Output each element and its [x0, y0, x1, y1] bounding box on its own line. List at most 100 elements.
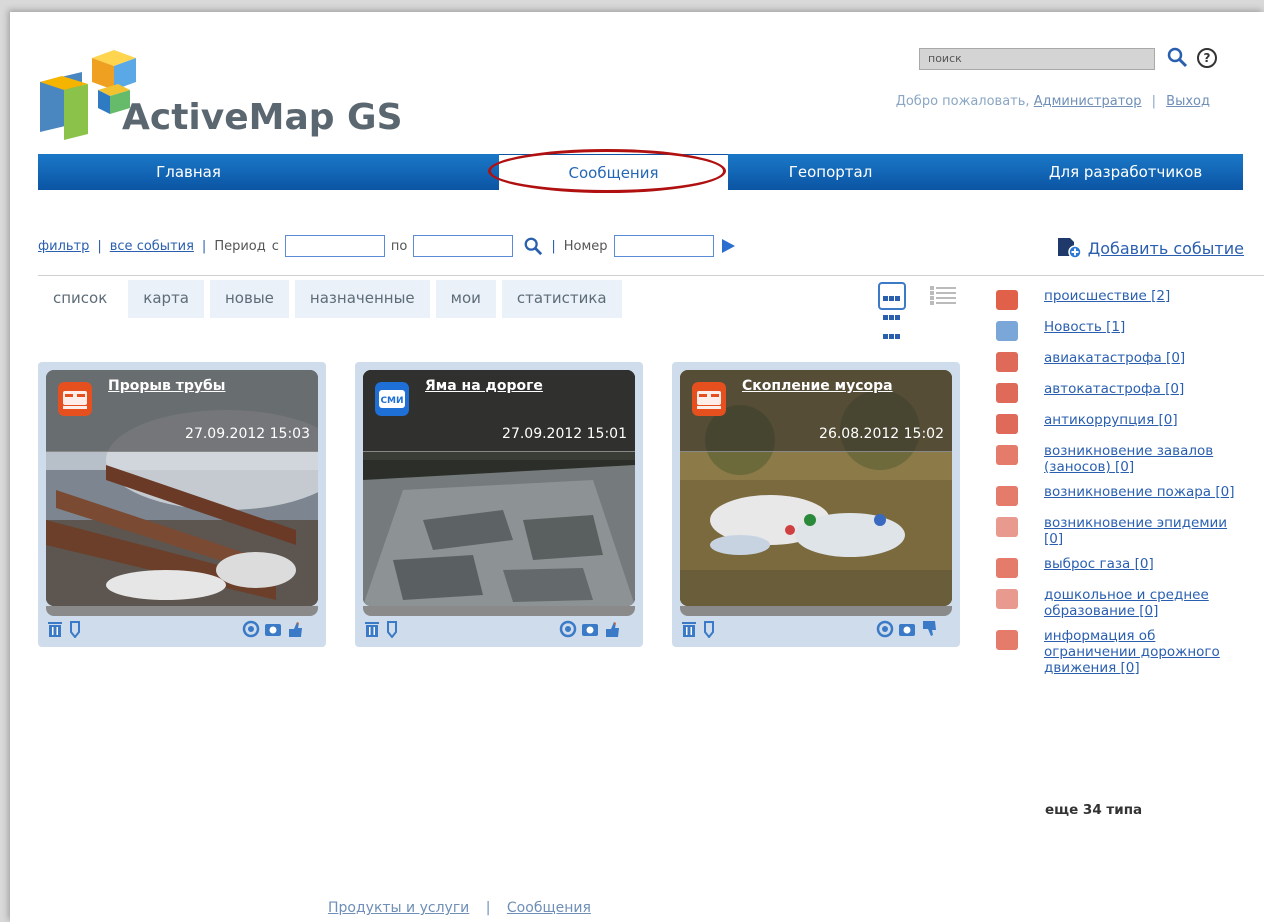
nav-item-geoportal[interactable]: Геопортал: [728, 154, 933, 190]
news-icon: [996, 321, 1018, 341]
incident-icon: [692, 382, 726, 416]
thumb-up-icon[interactable]: [603, 620, 621, 638]
card-date: 27.09.2012 15:03: [185, 426, 310, 442]
category-label[interactable]: происшествие [2]: [1044, 288, 1170, 304]
list-item[interactable]: возникновение пожара [0]: [996, 484, 1246, 506]
card-date: 26.08.2012 15:02: [819, 426, 944, 442]
date-from-input[interactable]: [284, 235, 385, 257]
number-label: Номер: [563, 238, 608, 254]
trash-icon[interactable]: [46, 620, 64, 638]
all-events-link[interactable]: все события: [110, 239, 194, 254]
messages-link[interactable]: Сообщения: [507, 900, 591, 916]
tab-new[interactable]: новые: [210, 280, 289, 318]
biohazard-icon: [996, 517, 1018, 537]
date-to-input[interactable]: [413, 235, 514, 257]
list-item[interactable]: выброс газа [0]: [996, 556, 1246, 578]
category-label[interactable]: возникновение эпидемии [0]: [1044, 515, 1246, 547]
car-crash-icon: [996, 383, 1018, 403]
separator: |: [551, 238, 556, 254]
tab-mine[interactable]: мои: [435, 280, 496, 318]
add-event-button[interactable]: Добавить событие: [1056, 236, 1244, 260]
card-header: СМИ Яма на дороге 27.09.2012 15:01: [363, 370, 635, 452]
user-link[interactable]: Администратор: [1034, 94, 1142, 109]
camera-icon[interactable]: [898, 620, 916, 638]
list-item[interactable]: возникновение эпидемии [0]: [996, 515, 1246, 547]
category-label[interactable]: возникновение пожара [0]: [1044, 484, 1234, 500]
list-view-icon[interactable]: [930, 284, 956, 310]
logout-link[interactable]: Выход: [1166, 94, 1210, 109]
target-icon[interactable]: [242, 620, 260, 638]
target-icon[interactable]: [559, 620, 577, 638]
card-footer: [680, 606, 952, 616]
camera-icon[interactable]: [264, 620, 282, 638]
list-item[interactable]: автокатастрофа [0]: [996, 381, 1246, 403]
tab-list[interactable]: список: [38, 280, 123, 318]
card-title[interactable]: Прорыв трубы: [108, 378, 225, 394]
list-item[interactable]: Новость [1]: [996, 319, 1246, 341]
search-icon[interactable]: [1166, 46, 1188, 68]
list-item[interactable]: авиакатастрофа [0]: [996, 350, 1246, 372]
from-label: с: [271, 238, 279, 254]
fire-icon: [996, 486, 1018, 506]
filter-link[interactable]: фильтр: [38, 239, 89, 254]
trash-icon[interactable]: [363, 620, 381, 638]
card-tools: [355, 616, 643, 644]
anticorruption-icon: [996, 414, 1018, 434]
thumb-up-icon[interactable]: [286, 620, 304, 638]
pin-icon[interactable]: [383, 620, 401, 638]
incident-icon: [58, 382, 92, 416]
page: ActiveMap GS поиск ? Добро пожаловать, А…: [10, 12, 1264, 922]
pin-icon[interactable]: [700, 620, 718, 638]
tab-statistics[interactable]: статистика: [501, 280, 622, 318]
divider: [38, 275, 1264, 276]
category-label[interactable]: возникновение завалов (заносов) [0]: [1044, 443, 1246, 475]
tab-assigned[interactable]: назначенные: [294, 280, 430, 318]
card-title[interactable]: Скопление мусора: [742, 378, 893, 394]
list-item[interactable]: происшествие [2]: [996, 288, 1246, 310]
category-label[interactable]: авиакатастрофа [0]: [1044, 350, 1185, 366]
event-card[interactable]: Скопление мусора 26.08.2012 15:02: [672, 362, 960, 647]
card-date: 27.09.2012 15:01: [502, 426, 627, 442]
list-item[interactable]: дошкольное и среднее образование [0]: [996, 587, 1246, 619]
welcome-bar: Добро пожаловать, Администратор | Выход: [896, 94, 1210, 109]
category-label[interactable]: антикоррупция [0]: [1044, 412, 1178, 428]
play-icon[interactable]: [720, 237, 736, 255]
list-item[interactable]: возникновение завалов (заносов) [0]: [996, 443, 1246, 475]
grid-view-icon[interactable]: [878, 282, 906, 339]
road-restriction-icon: [996, 630, 1018, 650]
category-label[interactable]: дошкольное и среднее образование [0]: [1044, 587, 1246, 619]
card-title[interactable]: Яма на дороге: [425, 378, 543, 394]
more-types: еще 34 типа: [1045, 802, 1143, 818]
search-input[interactable]: поиск: [919, 48, 1155, 70]
card-footer: [46, 606, 318, 616]
category-label[interactable]: Новость [1]: [1044, 319, 1125, 335]
trash-icon[interactable]: [680, 620, 698, 638]
tab-map[interactable]: карта: [128, 280, 204, 318]
search-icon[interactable]: [523, 236, 543, 256]
thumb-down-icon[interactable]: [920, 620, 938, 638]
event-card[interactable]: СМИ Яма на дороге 27.09.2012 15:01: [355, 362, 643, 647]
nav-item-main[interactable]: Главная: [38, 154, 339, 190]
separator: |: [1151, 94, 1157, 109]
pin-icon[interactable]: [66, 620, 84, 638]
help-icon[interactable]: ?: [1197, 48, 1217, 68]
welcome-text: Добро пожаловать,: [895, 94, 1030, 109]
brand-name: ActiveMap GS: [122, 97, 403, 138]
nav-item-developers[interactable]: Для разработчиков: [1008, 154, 1243, 190]
category-label[interactable]: информация об ограничении дорожного движ…: [1044, 628, 1246, 676]
media-icon: СМИ: [375, 382, 409, 416]
event-card[interactable]: Прорыв трубы 27.09.2012 15:03: [38, 362, 326, 647]
category-label[interactable]: автокатастрофа [0]: [1044, 381, 1184, 397]
category-label[interactable]: выброс газа [0]: [1044, 556, 1154, 572]
products-link[interactable]: Продукты и услуги: [328, 900, 469, 916]
number-input[interactable]: [613, 235, 714, 257]
filter-bar: фильтр | все события | Период с по | Ном…: [38, 235, 736, 257]
add-document-icon: [1057, 238, 1082, 259]
main-nav: Главная Сообщения Геопортал Для разработ…: [38, 154, 1243, 190]
camera-icon[interactable]: [581, 620, 599, 638]
incident-icon: [996, 290, 1018, 310]
nav-item-messages[interactable]: Сообщения: [499, 154, 728, 190]
target-icon[interactable]: [876, 620, 894, 638]
list-item[interactable]: информация об ограничении дорожного движ…: [996, 628, 1246, 676]
list-item[interactable]: антикоррупция [0]: [996, 412, 1246, 434]
